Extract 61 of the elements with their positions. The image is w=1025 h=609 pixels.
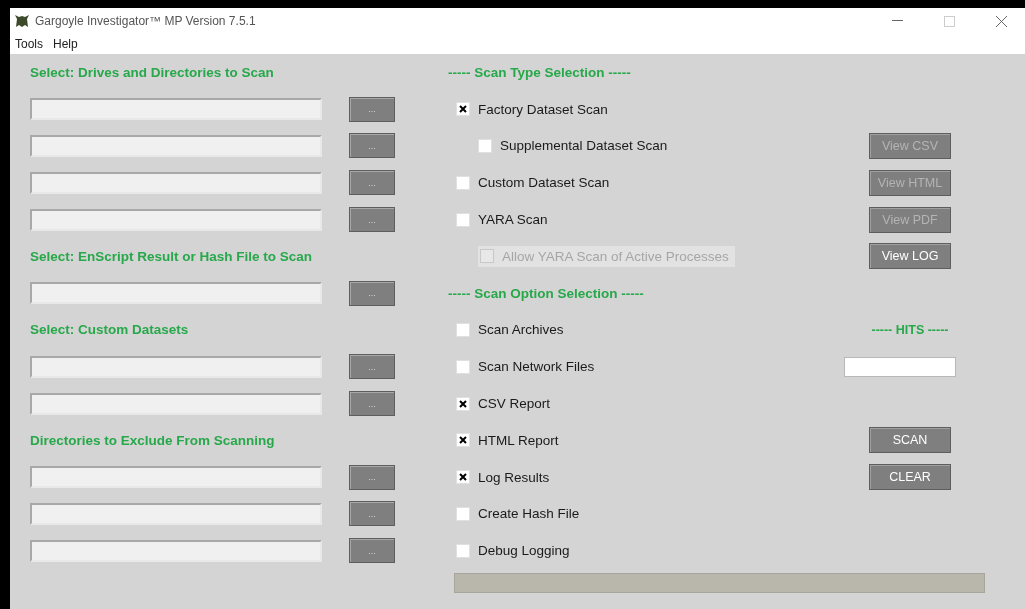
checkbox[interactable] bbox=[456, 470, 470, 485]
browse-button[interactable]: ... bbox=[349, 391, 395, 417]
path-field[interactable] bbox=[30, 282, 322, 305]
browse-button[interactable]: ... bbox=[349, 96, 395, 122]
browse-button[interactable]: ... bbox=[349, 538, 395, 564]
option-label: Custom Dataset Scan bbox=[478, 175, 610, 191]
browse-button[interactable]: ... bbox=[349, 501, 395, 527]
menu-item[interactable]: Help bbox=[50, 37, 81, 51]
path-field[interactable] bbox=[30, 502, 322, 525]
path-field[interactable] bbox=[30, 171, 322, 194]
browse-button[interactable]: ... bbox=[349, 280, 395, 306]
option-label: Debug Logging bbox=[478, 543, 570, 559]
browse-button[interactable]: ... bbox=[349, 207, 395, 233]
maximize-icon bbox=[944, 15, 955, 27]
checkbox[interactable] bbox=[478, 139, 492, 153]
path-field[interactable] bbox=[30, 208, 322, 231]
checkbox[interactable] bbox=[456, 359, 470, 374]
checkbox[interactable] bbox=[456, 506, 470, 521]
checkbox[interactable] bbox=[456, 212, 470, 227]
checkbox[interactable] bbox=[456, 433, 470, 448]
section-heading: Select: Custom Datasets bbox=[30, 322, 190, 338]
hits-field[interactable] bbox=[844, 356, 956, 377]
close-icon bbox=[996, 15, 1007, 27]
checkbox[interactable] bbox=[456, 396, 470, 411]
option-label: Factory Dataset Scan bbox=[478, 101, 608, 117]
checkbox[interactable] bbox=[456, 175, 470, 190]
browse-button[interactable]: ... bbox=[349, 133, 395, 159]
path-field[interactable] bbox=[30, 466, 322, 489]
gargoyle-icon bbox=[14, 14, 30, 28]
option-label: Log Results bbox=[478, 469, 550, 485]
window-title: Gargoyle Investigator™ MP Version 7.5.1 bbox=[35, 14, 257, 28]
option-label: Create Hash File bbox=[478, 506, 580, 522]
section-heading: ----- Scan Type Selection ----- bbox=[448, 64, 632, 80]
path-field[interactable] bbox=[30, 135, 322, 157]
action-button[interactable]: SCAN bbox=[869, 427, 951, 454]
path-field[interactable] bbox=[30, 355, 322, 378]
browse-button[interactable]: ... bbox=[349, 170, 395, 196]
action-button[interactable]: CLEAR bbox=[869, 464, 951, 491]
section-heading: Directories to Exclude From Scanning bbox=[30, 432, 276, 448]
menu-item[interactable]: Tools bbox=[12, 37, 46, 51]
browse-button[interactable]: ... bbox=[349, 464, 395, 490]
minimize-icon bbox=[892, 20, 903, 22]
option-label: Allow YARA Scan of Active Processes bbox=[502, 248, 729, 264]
option-label: CSV Report bbox=[478, 396, 551, 412]
browse-button[interactable]: ... bbox=[349, 354, 395, 380]
option-label: HTML Report bbox=[478, 432, 559, 448]
option-label: Scan Network Files bbox=[478, 359, 595, 375]
checkbox[interactable] bbox=[456, 322, 470, 337]
section-heading: Select: Drives and Directories to Scan bbox=[30, 64, 275, 80]
view-button[interactable]: View LOG bbox=[869, 243, 951, 270]
path-field[interactable] bbox=[30, 539, 322, 562]
path-field[interactable] bbox=[30, 98, 322, 121]
section-heading: Select: EnScript Result or Hash File to Scan bbox=[30, 248, 314, 264]
option-label: YARA Scan bbox=[478, 212, 548, 228]
checkbox[interactable] bbox=[456, 543, 470, 558]
option-label: Supplemental Dataset Scan bbox=[500, 138, 668, 154]
section-heading: ----- Scan Option Selection ----- bbox=[448, 285, 645, 301]
checkbox[interactable] bbox=[456, 102, 470, 117]
path-field[interactable] bbox=[30, 392, 322, 415]
hits-heading: ----- HITS ----- bbox=[871, 322, 949, 337]
option-label: Scan Archives bbox=[478, 322, 564, 338]
